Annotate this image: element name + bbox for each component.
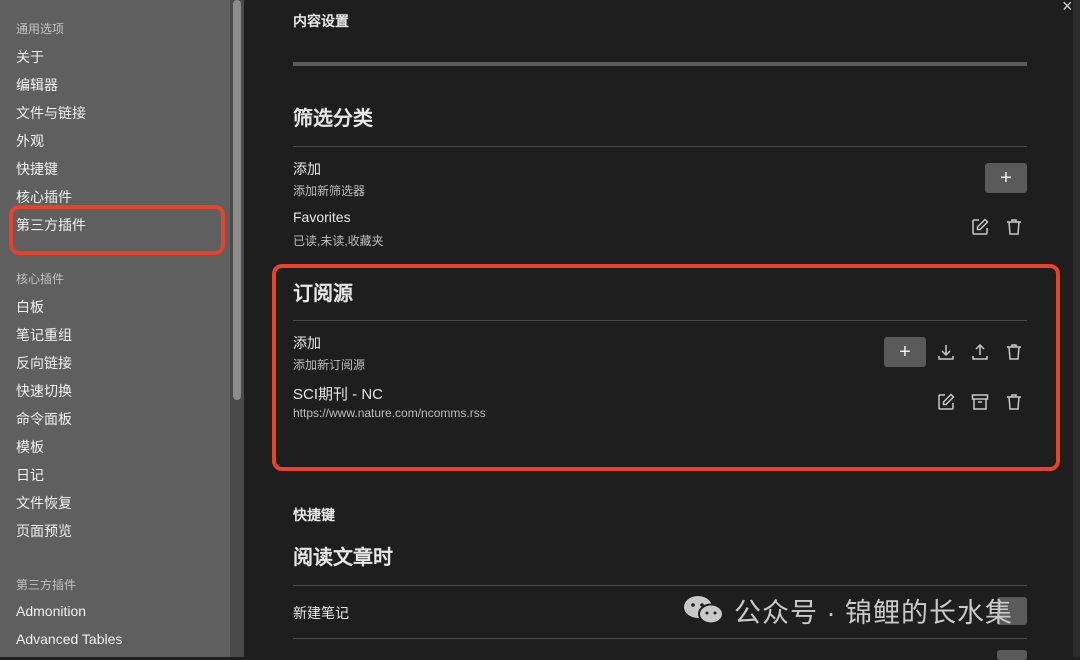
sidebar-item-about[interactable]: 关于 [16, 47, 44, 67]
sidebar-heading-community-plugins: 第三方插件 [16, 578, 77, 592]
divider [293, 146, 1027, 147]
sidebar-item-quick-switcher[interactable]: 快速切换 [16, 381, 72, 401]
filter-add-label: 添加 [293, 161, 321, 177]
wechat-icon [684, 596, 724, 625]
trash-icon[interactable] [1004, 217, 1024, 237]
content-scrollbar[interactable] [1073, 0, 1080, 657]
highlight-box-community-plugins [9, 205, 225, 255]
sidebar-item-canvas[interactable]: 白板 [16, 297, 44, 317]
filter-name: Favorites [293, 209, 351, 225]
section-divider [293, 62, 1027, 66]
sidebar-heading-core-plugins: 核心插件 [16, 272, 65, 286]
divider [293, 638, 1027, 639]
close-icon[interactable]: × [1062, 0, 1073, 17]
sidebar-item-templates[interactable]: 模板 [16, 437, 44, 457]
add-filter-button[interactable]: + [985, 163, 1027, 193]
hotkeys-heading: 快捷键 [293, 507, 335, 523]
sidebar-item-admonition[interactable]: Admonition [16, 603, 86, 619]
sidebar-scrollbar-thumb[interactable] [233, 0, 241, 400]
sidebar-item-page-preview[interactable]: 页面预览 [16, 521, 72, 541]
edit-icon[interactable] [970, 217, 990, 237]
hotkey-button[interactable] [997, 650, 1027, 660]
sidebar-item-note-composer[interactable]: 笔记重组 [16, 325, 72, 345]
settings-sidebar: 通用选项 关于 编辑器 文件与链接 外观 快捷键 核心插件 第三方插件 核心插件… [0, 0, 230, 657]
reading-section-title: 阅读文章时 [293, 547, 393, 569]
highlight-box-feeds [272, 264, 1060, 471]
sidebar-item-backlinks[interactable]: 反向链接 [16, 353, 72, 373]
content-settings-heading: 内容设置 [293, 13, 349, 29]
sidebar-item-core-plugins[interactable]: 核心插件 [16, 187, 72, 207]
sidebar-item-appearance[interactable]: 外观 [16, 131, 44, 151]
sidebar-item-advanced-tables[interactable]: Advanced Tables [16, 631, 122, 647]
filter-desc: 已读,未读,收藏夹 [293, 234, 384, 248]
new-note-label: 新建笔记 [293, 605, 349, 621]
watermark-text: 公众号 · 锦鲤的长水集 [734, 597, 1013, 628]
sidebar-item-hotkeys[interactable]: 快捷键 [16, 159, 58, 179]
filter-section-title: 筛选分类 [293, 108, 373, 130]
watermark: 公众号 · 锦鲤的长水集 [682, 590, 1013, 630]
divider [293, 585, 1027, 586]
filter-add-desc: 添加新筛选器 [293, 184, 366, 198]
sidebar-item-file-recovery[interactable]: 文件恢复 [16, 493, 72, 513]
sidebar-heading-general: 通用选项 [16, 22, 65, 36]
sidebar-item-daily-notes[interactable]: 日记 [16, 465, 44, 485]
sidebar-item-editor[interactable]: 编辑器 [16, 75, 58, 95]
sidebar-item-files-links[interactable]: 文件与链接 [16, 103, 86, 123]
sidebar-item-command-palette[interactable]: 命令面板 [16, 409, 72, 429]
